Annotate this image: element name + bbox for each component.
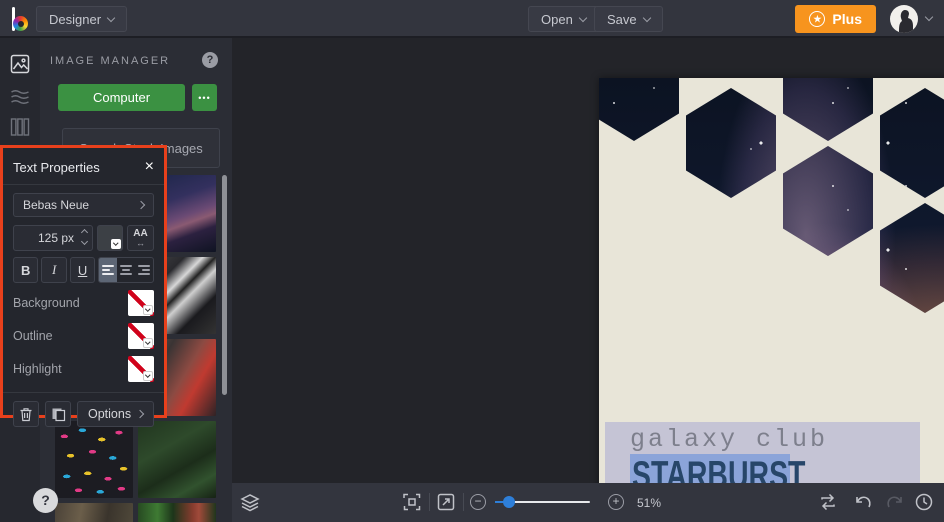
chevron-right-icon xyxy=(135,409,145,419)
galaxy-photo xyxy=(686,88,776,198)
outline-label: Outline xyxy=(13,329,53,343)
zoom-slider[interactable] xyxy=(495,496,590,508)
bold-button[interactable]: B xyxy=(13,257,39,283)
stepper-down-icon[interactable] xyxy=(80,237,89,246)
help-icon[interactable]: ? xyxy=(202,52,218,68)
person-silhouette xyxy=(899,10,913,33)
layers-icon[interactable] xyxy=(240,492,260,512)
duplicate-icon xyxy=(52,408,65,421)
text-color-swatch[interactable] xyxy=(97,225,123,251)
text-properties-panel: Text Properties × Bebas Neue 125 px AA ↔… xyxy=(3,148,164,427)
adjustments-icon[interactable] xyxy=(9,86,31,108)
letter-spacing-button[interactable]: AA ↔ xyxy=(127,225,154,251)
layouts-icon[interactable] xyxy=(9,116,31,138)
duplicate-layer-button[interactable] xyxy=(45,401,71,427)
galaxy-hexagon[interactable] xyxy=(880,88,944,198)
text-properties-annotation-box: Text Properties × Bebas Neue 125 px AA ↔… xyxy=(0,145,167,427)
color-dropdown-icon[interactable] xyxy=(143,371,153,381)
underline-button[interactable]: U xyxy=(69,257,96,283)
thumb-sprinkles[interactable] xyxy=(55,421,133,498)
font-size-stepper[interactable] xyxy=(80,228,89,246)
thumb-forest[interactable] xyxy=(138,421,216,498)
help-button[interactable]: ? xyxy=(33,488,58,513)
delete-layer-button[interactable] xyxy=(13,401,39,427)
panel-title: IMAGE MANAGER xyxy=(50,55,171,67)
align-right-icon xyxy=(138,263,151,277)
image-manager-icon[interactable] xyxy=(9,53,31,75)
galaxy-hexagon[interactable] xyxy=(599,78,679,141)
chevron-right-icon xyxy=(136,200,146,210)
subtitle-text[interactable]: galaxy club xyxy=(630,425,828,454)
redo-icon[interactable] xyxy=(884,492,904,512)
horizontal-arrows-icon: ↔ xyxy=(136,238,145,248)
galaxy-hexagon[interactable] xyxy=(783,146,873,256)
galaxy-photo xyxy=(880,203,944,313)
thumb-earth[interactable] xyxy=(55,503,133,522)
star-icon: ★ xyxy=(809,11,826,27)
rainbow-logo-icon xyxy=(13,16,28,31)
zoom-level: 51% xyxy=(637,496,662,510)
outline-color-swatch[interactable] xyxy=(128,323,154,349)
italic-button[interactable]: I xyxy=(41,257,67,283)
align-center-button[interactable] xyxy=(117,258,135,282)
panel-title: Text Properties xyxy=(13,159,100,175)
undo-icon[interactable] xyxy=(854,492,874,512)
fit-to-screen-icon[interactable] xyxy=(402,492,422,512)
highlight-color-swatch[interactable] xyxy=(128,356,154,382)
options-button[interactable]: Options xyxy=(77,401,154,427)
open-menu[interactable]: Open xyxy=(528,6,599,32)
more-sources-button[interactable]: ••• xyxy=(192,84,217,111)
upload-computer-button[interactable]: Computer xyxy=(58,84,185,111)
upgrade-plus-button[interactable]: ★ Plus xyxy=(795,5,876,33)
color-dropdown-icon[interactable] xyxy=(143,305,153,315)
close-icon[interactable]: × xyxy=(145,159,154,175)
align-left-icon xyxy=(102,263,115,277)
background-label: Background xyxy=(13,296,80,310)
zoom-out-button[interactable]: − xyxy=(470,494,486,510)
workspace: galaxy club STARBURST xyxy=(232,38,944,521)
zoom-slider-knob[interactable] xyxy=(503,496,515,508)
chevron-down-icon xyxy=(578,13,588,22)
bottom-toolbar: − + 51% xyxy=(232,483,944,522)
align-right-button[interactable] xyxy=(135,258,153,282)
galaxy-photo xyxy=(880,88,944,198)
chevron-down-icon xyxy=(642,13,651,22)
galaxy-photo xyxy=(599,78,679,141)
design-canvas[interactable]: galaxy club STARBURST xyxy=(599,78,944,521)
designer-menu[interactable]: Designer xyxy=(36,6,128,32)
user-avatar[interactable] xyxy=(890,5,918,33)
color-dropdown-icon[interactable] xyxy=(111,239,121,249)
history-icon[interactable] xyxy=(914,492,934,512)
galaxy-photo xyxy=(783,78,873,141)
zoom-in-button[interactable]: + xyxy=(608,494,624,510)
galaxy-hexagon[interactable] xyxy=(880,203,944,313)
align-center-icon xyxy=(120,263,133,277)
chevron-down-icon xyxy=(106,13,116,22)
trash-icon xyxy=(20,407,32,421)
font-size-input[interactable]: 125 px xyxy=(13,225,93,251)
chevron-down-icon[interactable] xyxy=(924,12,934,22)
preview-icon[interactable] xyxy=(436,492,456,512)
thumbnail-scrollbar[interactable] xyxy=(222,175,227,395)
font-family-selector[interactable]: Bebas Neue xyxy=(13,193,154,217)
reset-icon[interactable] xyxy=(818,492,838,512)
highlight-label: Highlight xyxy=(13,362,62,376)
galaxy-hexagon[interactable] xyxy=(783,78,873,141)
stepper-up-icon[interactable] xyxy=(80,228,89,237)
galaxy-photo xyxy=(783,146,873,256)
background-color-swatch[interactable] xyxy=(128,290,154,316)
color-dropdown-icon[interactable] xyxy=(143,338,153,348)
save-menu[interactable]: Save xyxy=(594,6,663,32)
text-align-group xyxy=(98,257,155,283)
befunky-logo[interactable] xyxy=(12,7,32,31)
galaxy-hexagon[interactable] xyxy=(686,88,776,198)
align-left-button[interactable] xyxy=(99,258,118,282)
top-bar: Designer Open Save ★ Plus xyxy=(0,0,944,38)
thumb-greenery[interactable] xyxy=(138,503,216,522)
